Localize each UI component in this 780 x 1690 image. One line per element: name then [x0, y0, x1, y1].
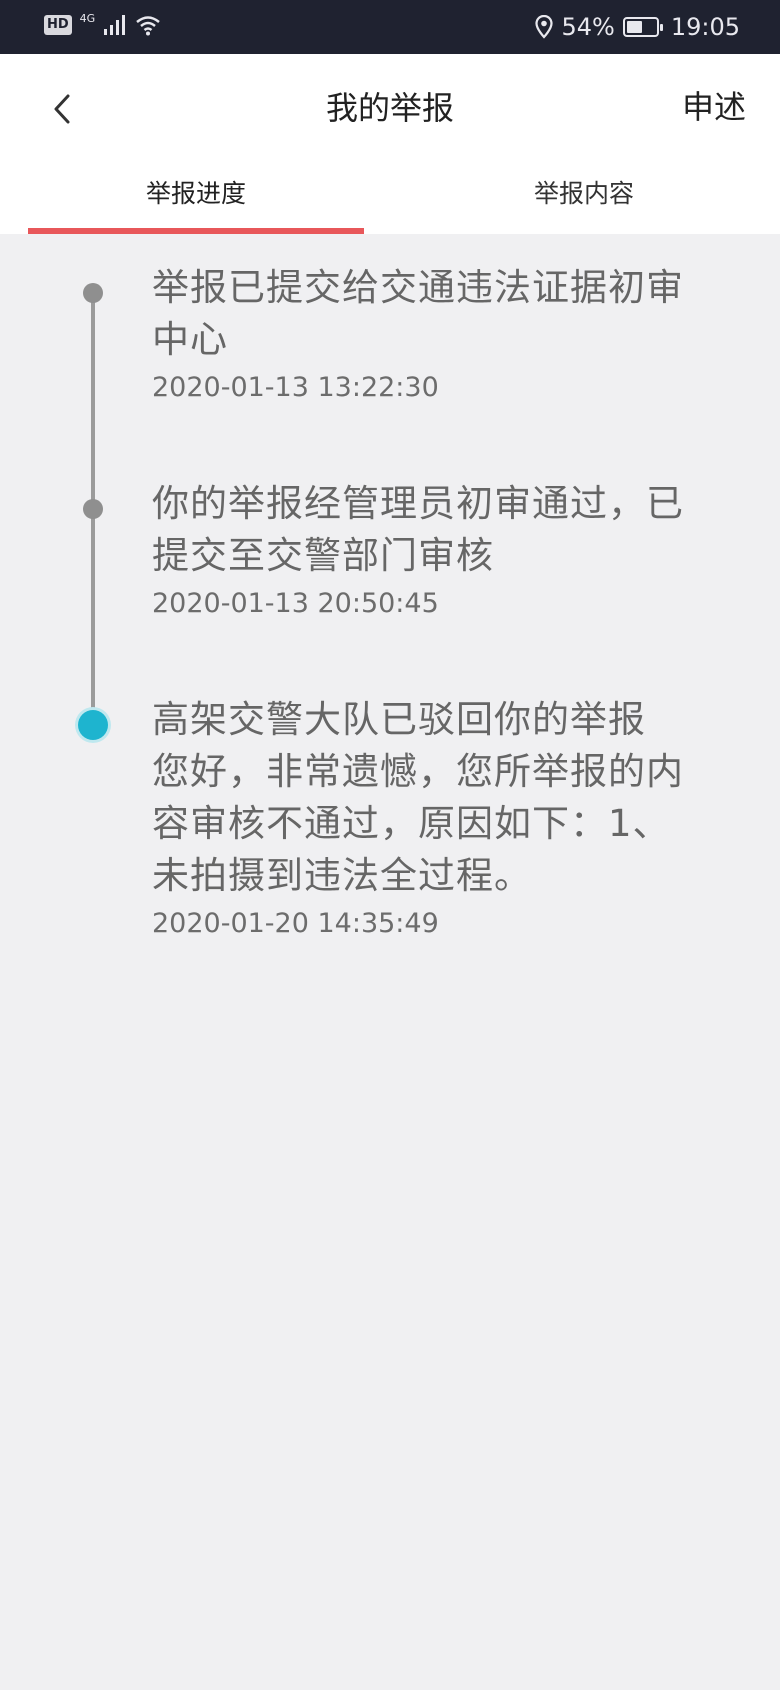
battery-icon [622, 17, 663, 37]
tab-report-content[interactable]: 举报内容 [416, 176, 752, 212]
entry-title: 高架交警大队已驳回你的举报 [152, 698, 646, 741]
active-tab-indicator [28, 228, 364, 234]
network-type: 4G [79, 11, 96, 25]
entry-time: 2020-01-20 14:35:49 [152, 908, 439, 939]
timeline-entry: 高架交警大队已驳回你的举报 您好，非常遗憾，您所举报的内容审核不通过，原因如下：… [152, 694, 692, 944]
location-icon [535, 15, 554, 39]
entry-title: 举报已提交给交通违法证据初审中心 [152, 266, 684, 361]
entry-description: 您好，非常遗憾，您所举报的内容审核不通过，原因如下：1、未拍摄到违法全过程。 [152, 750, 684, 897]
signal-icon [104, 15, 126, 35]
hd-badge: HD [44, 15, 72, 35]
clock: 19:05 [670, 13, 740, 41]
timeline-dot [83, 499, 103, 519]
status-left: HD 4G [44, 11, 161, 36]
timeline-entry: 举报已提交给交通违法证据初审中心 2020-01-13 13:22:30 [152, 262, 692, 408]
app-header: 我的举报 申述 举报进度 举报内容 [0, 54, 780, 234]
entry-time: 2020-01-13 13:22:30 [152, 372, 439, 403]
battery-percent: 54% [561, 13, 615, 41]
entry-title: 你的举报经管理员初审通过，已提交至交警部门审核 [152, 482, 684, 577]
timeline-dot-active [78, 710, 108, 740]
tab-report-progress[interactable]: 举报进度 [28, 176, 364, 212]
battery-fill [626, 21, 642, 33]
timeline-dot [83, 283, 103, 303]
status-bar: HD 4G 54% 19:05 [0, 0, 780, 54]
page-title: 我的举报 [325, 89, 454, 127]
entry-time: 2020-01-13 20:50:45 [152, 588, 439, 619]
appeal-button[interactable]: 申述 [682, 86, 746, 128]
timeline-entry: 你的举报经管理员初审通过，已提交至交警部门审核 2020-01-13 20:50… [152, 478, 692, 624]
tab-bar: 举报进度 举报内容 [0, 174, 780, 234]
wifi-icon [136, 16, 160, 36]
status-right: 54% 19:05 [535, 12, 740, 42]
